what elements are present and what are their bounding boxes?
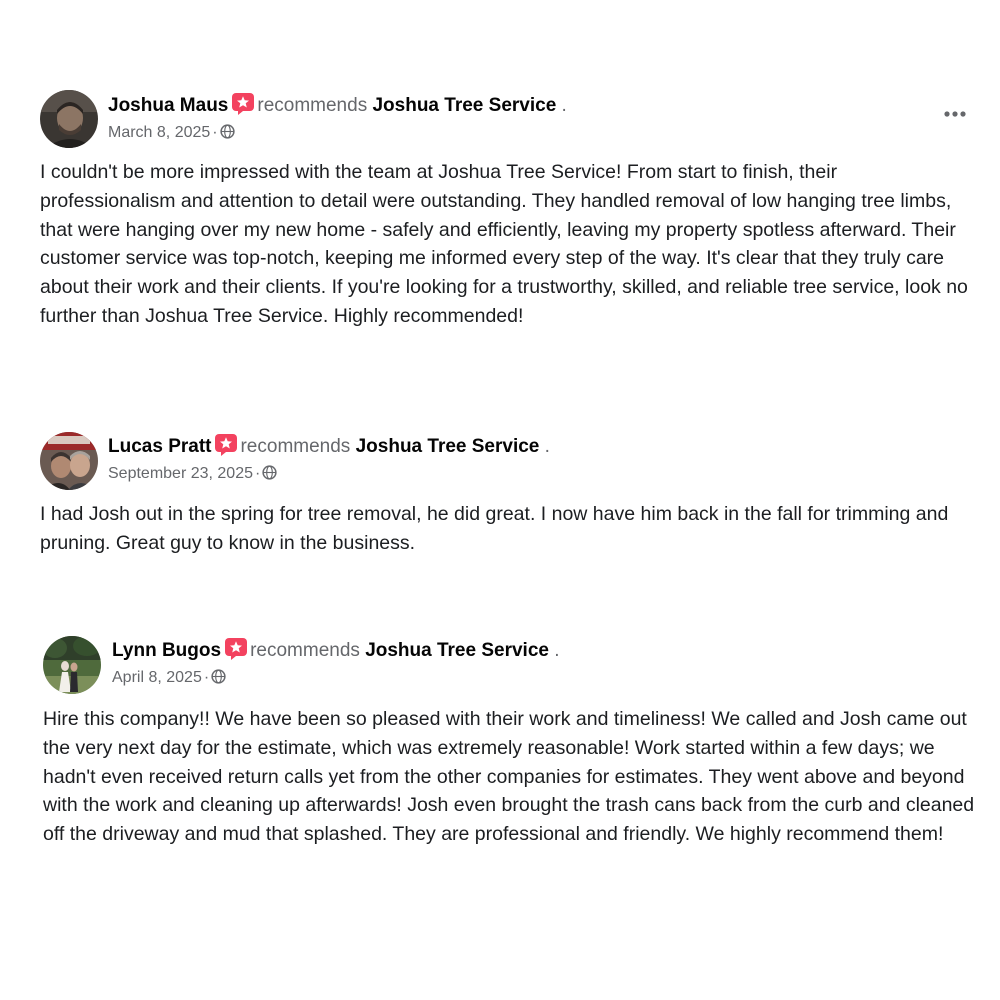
review-text: I had Josh out in the spring for tree re… bbox=[40, 503, 949, 554]
recommend-badge-icon bbox=[225, 638, 248, 660]
recommend-badge-icon bbox=[232, 93, 255, 115]
recommends-label: recommends bbox=[257, 95, 368, 116]
more-options-button[interactable] bbox=[940, 104, 970, 124]
author-name[interactable]: Lucas Pratt bbox=[108, 436, 211, 457]
page-link[interactable]: Joshua Tree Service bbox=[356, 436, 540, 457]
profile-photo bbox=[40, 90, 98, 148]
page-link[interactable]: Joshua Tree Service bbox=[365, 640, 549, 661]
trailing-dot: . bbox=[561, 95, 567, 116]
review-text: Hire this company!! We have been so plea… bbox=[43, 708, 975, 846]
meta-separator: · bbox=[255, 465, 261, 482]
avatar[interactable] bbox=[40, 90, 98, 148]
avatar[interactable] bbox=[43, 636, 101, 694]
recommends-label: recommends bbox=[250, 640, 360, 661]
review-meta: September 23, 2025 · bbox=[108, 464, 277, 484]
review-meta: March 8, 2025 · bbox=[108, 123, 235, 143]
more-horizontal-icon bbox=[944, 111, 966, 117]
review-text: I couldn't be more impressed with the te… bbox=[40, 161, 968, 327]
review-header: Joshua Maus recommends Joshua Tree Servic… bbox=[108, 93, 567, 118]
review-date[interactable]: March 8, 2025 bbox=[108, 124, 210, 141]
trailing-dot: . bbox=[554, 640, 560, 661]
meta-separator: · bbox=[212, 124, 218, 141]
globe-icon bbox=[262, 465, 277, 480]
recommends-label: recommends bbox=[240, 436, 351, 457]
meta-separator: · bbox=[203, 669, 210, 686]
profile-photo bbox=[40, 432, 98, 490]
review-header: Lucas Pratt recommends Joshua Tree Servic… bbox=[108, 434, 550, 459]
profile-photo bbox=[43, 636, 101, 694]
review-meta: April 8, 2025 · bbox=[112, 668, 226, 688]
trailing-dot: . bbox=[544, 436, 550, 457]
author-name[interactable]: Joshua Maus bbox=[108, 95, 228, 116]
page-link[interactable]: Joshua Tree Service bbox=[372, 95, 556, 116]
review-header: Lynn Bugos recommends Joshua Tree Service… bbox=[112, 638, 560, 663]
globe-icon bbox=[219, 124, 235, 139]
globe-icon bbox=[211, 669, 226, 684]
author-name[interactable]: Lynn Bugos bbox=[112, 640, 221, 661]
review-date[interactable]: September 23, 2025 bbox=[108, 465, 253, 482]
review-date[interactable]: April 8, 2025 bbox=[112, 669, 202, 686]
avatar[interactable] bbox=[40, 432, 98, 490]
recommend-badge-icon bbox=[215, 434, 238, 456]
